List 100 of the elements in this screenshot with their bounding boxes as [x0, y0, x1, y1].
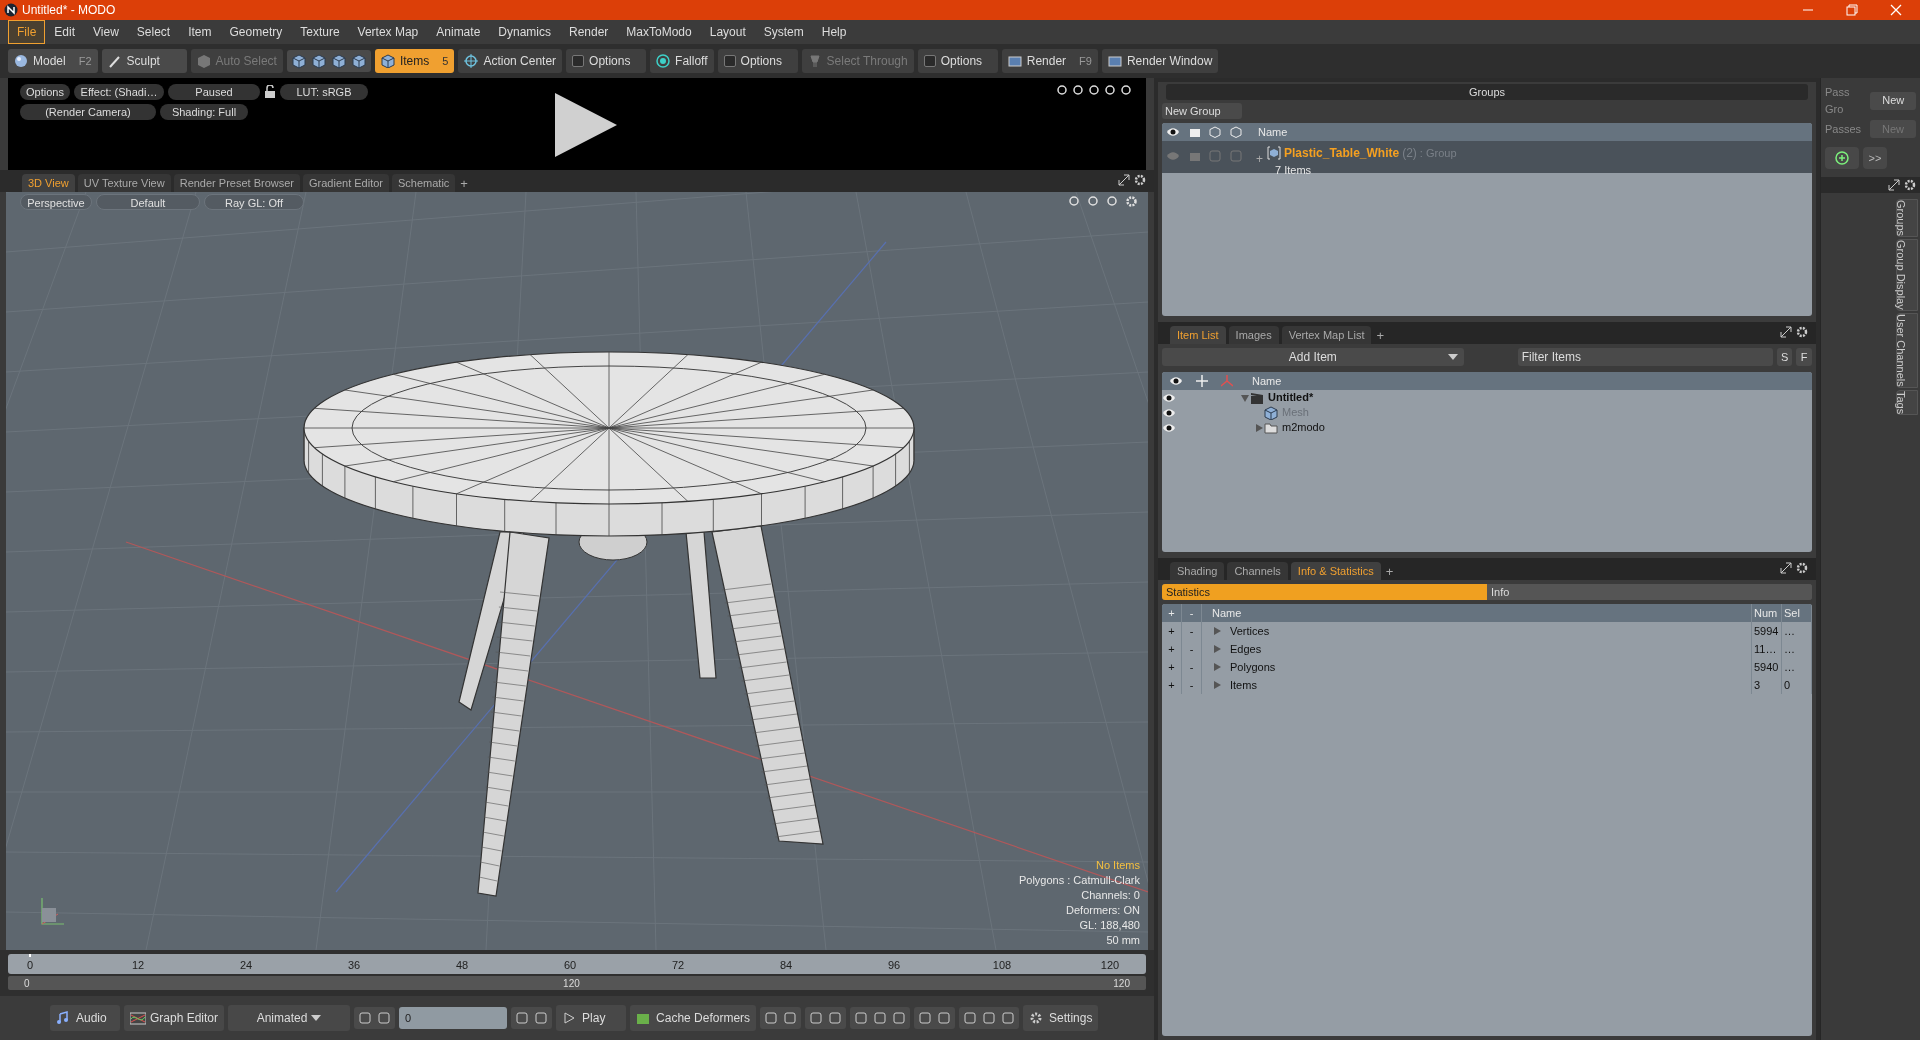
- filter-toggle-button[interactable]: S: [1776, 348, 1793, 366]
- add-tab-button[interactable]: +: [458, 174, 470, 192]
- viewport-option-button[interactable]: Perspective: [20, 194, 92, 210]
- menu-item[interactable]: Edit: [45, 20, 85, 44]
- cube-icon[interactable]: [349, 53, 368, 69]
- subtab[interactable]: Statistics: [1162, 584, 1487, 600]
- padlock-icon[interactable]: [264, 85, 276, 99]
- menu-item[interactable]: Vertex Map: [348, 20, 428, 44]
- options-button[interactable]: Options: [717, 49, 798, 73]
- menu-item[interactable]: File: [8, 20, 46, 44]
- add-item-dropdown[interactable]: Add Item: [1162, 348, 1464, 366]
- panel-tab[interactable]: Channels: [1227, 562, 1288, 580]
- add-tab-button[interactable]: +: [1374, 326, 1387, 344]
- panel-tab[interactable]: Info & Statistics: [1290, 562, 1381, 580]
- viewport-info-line: GL: 188,480: [1079, 918, 1140, 933]
- mode-button[interactable]: Sculpt: [101, 49, 187, 73]
- viewport-tab[interactable]: Gradient Editor: [303, 174, 389, 192]
- mode-button[interactable]: Items 5: [374, 49, 455, 73]
- disclosure-arrow-icon[interactable]: [1254, 422, 1264, 433]
- tool-icon: [464, 54, 479, 68]
- viewport-option-button[interactable]: Default: [96, 194, 200, 210]
- side-tab[interactable]: User Channels: [1896, 312, 1918, 388]
- add-tab-button[interactable]: +: [1383, 562, 1396, 580]
- stat-toggle[interactable]: +: [1168, 658, 1175, 676]
- viewport-tab[interactable]: 3D View: [22, 174, 75, 192]
- add-pass-button[interactable]: [1825, 147, 1859, 169]
- cube-icon: [1229, 126, 1242, 138]
- transport-button[interactable]: Play: [556, 1005, 627, 1031]
- disclosure-arrow-icon[interactable]: [1240, 392, 1250, 403]
- transport-button[interactable]: Audio: [50, 1005, 120, 1031]
- menu-item[interactable]: Geometry: [220, 20, 292, 44]
- toolbar-button[interactable]: Render Window: [1101, 49, 1219, 73]
- options-button[interactable]: Options: [917, 49, 998, 73]
- preview-button[interactable]: Paused: [168, 84, 260, 100]
- panel-tab[interactable]: Shading: [1170, 562, 1225, 580]
- stat-toggle[interactable]: -: [1189, 658, 1194, 676]
- range-bar[interactable]: 0 120 120: [8, 976, 1146, 990]
- stat-toggle[interactable]: -: [1189, 676, 1194, 694]
- mode-button[interactable]: Model F2: [8, 49, 98, 73]
- menu-item[interactable]: Dynamics: [489, 20, 560, 44]
- tree-row[interactable]: Untitled*: [1162, 390, 1812, 405]
- side-tab[interactable]: Groups: [1896, 199, 1918, 238]
- play-icon[interactable]: [553, 92, 619, 158]
- menu-item[interactable]: View: [84, 20, 128, 44]
- stat-toggle[interactable]: +: [1168, 640, 1175, 658]
- menu-item[interactable]: Help: [812, 20, 856, 44]
- menu-item[interactable]: Layout: [700, 20, 755, 44]
- menu-item[interactable]: Select: [127, 20, 180, 44]
- checkbox[interactable]: [723, 55, 736, 67]
- menu-item[interactable]: Render: [560, 20, 618, 44]
- frame-field[interactable]: 0: [399, 1007, 508, 1029]
- menu-item[interactable]: System: [754, 20, 813, 44]
- expand-button[interactable]: >>: [1863, 147, 1887, 169]
- timeline-ruler[interactable]: 0 12 24 36 48 60 72 84 96 108 120: [8, 954, 1146, 974]
- new-group-button[interactable]: New Group: [1162, 103, 1242, 119]
- viewport-tab[interactable]: UV Texture View: [77, 174, 171, 192]
- toolbar-button[interactable]: Action Center: [458, 49, 563, 73]
- menu-item[interactable]: Animate: [427, 20, 490, 44]
- timeline[interactable]: 0 12 24 36 48 60 72 84 96 108 120 0 120 120: [0, 950, 1154, 996]
- menu-item[interactable]: MaxToModo: [617, 20, 701, 44]
- viewport-option-button[interactable]: Ray GL: Off: [204, 194, 304, 210]
- menu-item[interactable]: Texture: [291, 20, 349, 44]
- tool-icon: [196, 54, 211, 68]
- viewport-tab[interactable]: Render Preset Browser: [173, 174, 300, 192]
- transport-button[interactable]: Settings: [1023, 1005, 1099, 1031]
- animation-dropdown[interactable]: Animated: [228, 1005, 351, 1031]
- preview-button[interactable]: Shading: Full: [160, 104, 248, 120]
- stat-toggle[interactable]: +: [1168, 676, 1175, 694]
- new-button[interactable]: New: [1870, 91, 1916, 110]
- cube-icon[interactable]: [309, 53, 328, 69]
- stat-toggle[interactable]: -: [1189, 622, 1194, 640]
- preview-button[interactable]: LUT: sRGB: [280, 84, 368, 100]
- menu-item[interactable]: Item: [179, 20, 221, 44]
- transport-button[interactable]: Cache Deformers: [630, 1005, 757, 1031]
- preview-button[interactable]: Effect: (Shadi…: [74, 84, 164, 100]
- preview-button[interactable]: Options: [20, 84, 70, 100]
- side-tab[interactable]: Group Display: [1896, 239, 1918, 311]
- group-name[interactable]: Plastic_Table_White: [1284, 144, 1400, 162]
- panel-tab[interactable]: Item List: [1170, 326, 1226, 344]
- tree-row[interactable]: m2modo: [1162, 420, 1812, 435]
- expand-toggle[interactable]: +: [1256, 150, 1263, 168]
- checkbox[interactable]: [572, 55, 585, 67]
- preview-button[interactable]: (Render Camera): [20, 104, 156, 120]
- eye-icon: [1166, 150, 1181, 162]
- transport-button[interactable]: Graph Editor: [124, 1005, 225, 1031]
- eye-icon: [1162, 406, 1176, 419]
- filter-field[interactable]: Filter Items: [1517, 348, 1773, 366]
- side-tab[interactable]: Tags: [1896, 389, 1918, 415]
- stat-toggle[interactable]: +: [1168, 622, 1175, 640]
- panel-tab[interactable]: Vertex Map List: [1281, 326, 1372, 344]
- filter-toggle-button[interactable]: F: [1796, 348, 1812, 366]
- panel-tab[interactable]: Images: [1228, 326, 1279, 344]
- cube-icon[interactable]: [329, 53, 348, 69]
- cube-icon[interactable]: [289, 53, 308, 69]
- toolbar-button[interactable]: Falloff: [650, 49, 714, 73]
- stat-toggle[interactable]: -: [1189, 640, 1194, 658]
- toolbar-button[interactable]: Render F9: [1001, 49, 1098, 73]
- checkbox[interactable]: [923, 55, 936, 67]
- options-button[interactable]: Options: [566, 49, 647, 73]
- viewport-tab[interactable]: Schematic: [392, 174, 456, 192]
